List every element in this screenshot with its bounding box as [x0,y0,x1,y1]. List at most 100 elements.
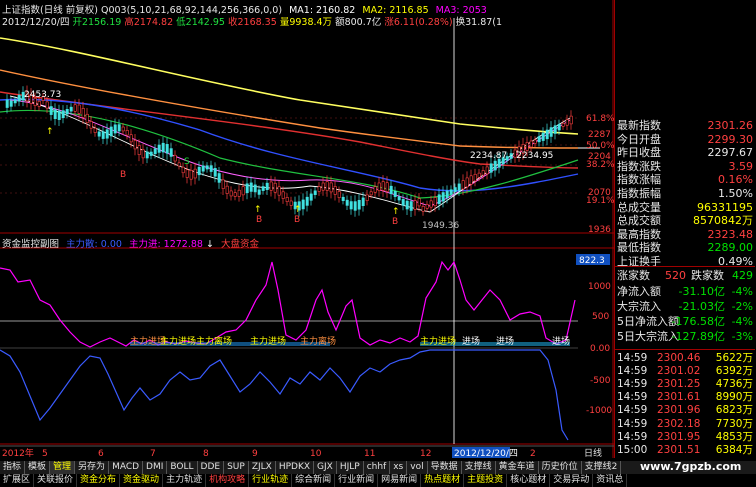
indicator-outflow: 主力散: 0.00 [66,239,122,250]
svg-text:38.2%: 38.2% [586,160,614,170]
candle-body [157,144,161,153]
svg-text:B: B [392,217,398,227]
function-tab[interactable]: 行业轨迹 [249,474,293,487]
candle-body [533,139,537,144]
function-tab[interactable]: 扩展区 [0,474,35,487]
flow-row: 5日大宗流入 -127.89亿 -3% [615,329,755,344]
candle-body [361,197,365,206]
divider [615,349,755,350]
indicator-tab[interactable]: 历史价位 [539,461,582,474]
flow-label: 5日净流入额 [617,315,679,328]
function-tab[interactable]: 关联报价 [34,474,78,487]
candle-body [173,154,177,162]
trade-time: 14:59 [617,430,648,443]
indicator-tab[interactable]: SUP [224,461,249,474]
indicator-tab[interactable]: 支撑线 [462,461,496,474]
function-tab[interactable]: 行业新闻 [335,474,379,487]
candle-body [253,184,257,193]
candle-body [429,200,433,208]
header-amount: 额800.7亿 [335,17,382,28]
function-tab[interactable]: 综合新闻 [292,474,336,487]
function-tab[interactable]: 机构攻略 [206,474,250,487]
function-tab[interactable]: 交易异动 [550,474,594,487]
function-tab[interactable]: 资金分布 [77,474,121,487]
indicator-tab[interactable]: GJX [314,461,337,474]
candle-body [321,182,325,191]
svg-text:B: B [120,170,126,180]
candle-body [145,151,149,159]
candle-body [93,127,97,133]
function-tab[interactable]: 主力轨迹 [163,474,207,487]
trade-volume: 6392万 [715,365,753,378]
function-tab[interactable]: 资金驱动 [120,474,164,487]
candle-body [77,104,81,114]
indicator-tab[interactable]: DMI [143,461,168,474]
flow-row: 5日净流入额 -176.58亿 -4% [615,314,755,329]
trade-row: 14:59 2301.95 4853万 [615,431,755,444]
down-count-label: 跌家数 [691,269,724,282]
candle-body [333,186,337,195]
candle-body [5,99,9,108]
candle-body [449,189,453,195]
trade-volume: 4736万 [715,378,753,391]
trade-row: 14:59 2302.18 7730万 [615,418,755,431]
indicator-tab[interactable]: vol [407,461,428,474]
function-tab[interactable]: 网易新闻 [378,474,422,487]
candle-body [261,186,265,191]
down-count-value: 429 [732,269,753,282]
watermark-text: www.7gpzb.com [640,460,742,473]
svg-text:↑: ↑ [392,207,400,217]
candle-body [97,131,101,137]
function-tab[interactable]: 核心题材 [507,474,551,487]
signal-text: 主力进场 [250,335,286,347]
candle-body [185,169,189,178]
indicator-tab[interactable]: DDE [198,461,225,474]
svg-text:1936: 1936 [588,225,611,235]
trade-price: 2301.51 [657,443,701,456]
indicator-tab[interactable]: ZJLX [249,461,276,474]
indicator-tab[interactable]: 指标 [0,461,26,474]
flow-pct: -2% [731,300,753,313]
indicator-tab[interactable]: chhf [364,461,391,474]
indicator-tab[interactable]: HPDKX [276,461,315,474]
indicator-tab[interactable]: MACD [109,461,144,474]
trade-price: 2301.96 [657,404,701,417]
candle-body [529,140,533,148]
price-chart-area[interactable]: B S B B B ↑ ↑ ↑ ↑ 主力进场 主力进场 主力离场 主力进场 主力… [0,0,614,458]
signal-text: 主力进场 [160,335,196,347]
svg-text:8: 8 [203,449,209,458]
indicator-tab[interactable]: HJLP [337,461,364,474]
candle-body [473,173,477,182]
flow-value: -127.89亿 [671,330,725,343]
trade-time: 14:59 [617,404,648,417]
candle-body [565,119,569,126]
indicator-tab[interactable]: 支撑线2 [582,461,622,474]
svg-text:1000: 1000 [588,282,611,292]
function-tab[interactable]: 主题投资 [464,474,508,487]
svg-text:-500: -500 [590,376,611,386]
candle-body [433,197,437,206]
indicator-tab[interactable]: 导数据 [428,461,462,474]
flow-pct: -4% [731,285,753,298]
function-tab[interactable]: 资讯总 [593,474,628,487]
candle-body [457,183,461,191]
indicator-tab[interactable]: 黄金车道 [496,461,539,474]
candle-body [377,182,381,191]
flow-label: 大宗流入 [617,300,661,313]
indicator-tab[interactable]: 另存为 [75,461,110,474]
candle-body [561,122,565,127]
indicator-tab[interactable]: 模板 [25,461,51,474]
function-tab[interactable]: 热点题材 [421,474,465,487]
trade-volume: 4853万 [715,430,753,443]
indicator-tab[interactable]: 管理 [50,461,76,474]
trade-row: 15:00 2301.51 6384万 [615,444,755,457]
indicator-tab[interactable]: BOLL [167,461,198,474]
signal-text: 进场 [462,336,480,347]
indicator-tab[interactable]: xs [390,461,408,474]
candle-body [525,142,529,151]
candle-body [557,124,561,131]
candle-body [9,100,13,107]
trade-row: 14:59 2301.02 6392万 [615,365,755,378]
trade-volume: 6823万 [715,404,753,417]
candle-body [101,131,105,139]
